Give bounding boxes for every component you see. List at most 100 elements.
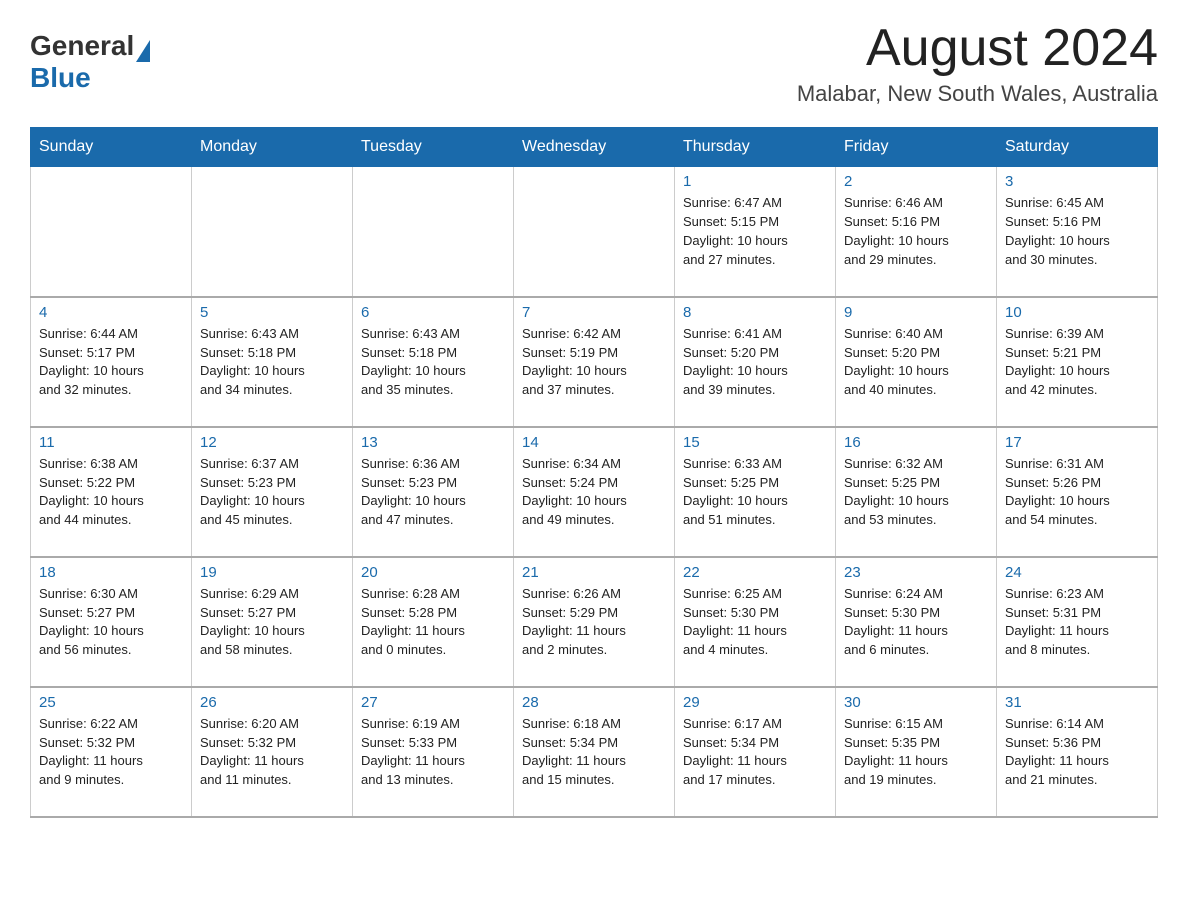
day-info: Sunrise: 6:44 AM Sunset: 5:17 PM Dayligh… — [39, 325, 183, 400]
calendar-day-header: Monday — [192, 128, 353, 167]
day-info: Sunrise: 6:47 AM Sunset: 5:15 PM Dayligh… — [683, 194, 827, 269]
calendar-cell: 2 Sunrise: 6:46 AM Sunset: 5:16 PM Daylig… — [836, 167, 997, 297]
day-info: Sunrise: 6:32 AM Sunset: 5:25 PM Dayligh… — [844, 455, 988, 530]
calendar-cell: 1 Sunrise: 6:47 AM Sunset: 5:15 PM Daylig… — [675, 167, 836, 297]
calendar-cell: 20Sunrise: 6:28 AM Sunset: 5:28 PM Dayli… — [353, 557, 514, 687]
calendar-cell: 10 Sunrise: 6:39 AM Sunset: 5:21 PM Dayli… — [997, 297, 1158, 427]
day-info: Sunrise: 6:14 AM Sunset: 5:36 PM Dayligh… — [1005, 715, 1149, 790]
calendar-cell — [192, 167, 353, 297]
day-number: 18 — [39, 564, 183, 581]
day-number: 25 — [39, 694, 183, 711]
day-number: 30 — [844, 694, 988, 711]
day-info: Sunrise: 6:18 AM Sunset: 5:34 PM Dayligh… — [522, 715, 666, 790]
day-info: Sunrise: 6:36 AM Sunset: 5:23 PM Dayligh… — [361, 455, 505, 530]
day-number: 1 — [683, 173, 827, 190]
calendar-cell: 16 Sunrise: 6:32 AM Sunset: 5:25 PM Dayli… — [836, 427, 997, 557]
day-info: Sunrise: 6:15 AM Sunset: 5:35 PM Dayligh… — [844, 715, 988, 790]
calendar-cell: 28 Sunrise: 6:18 AM Sunset: 5:34 PM Dayli… — [514, 687, 675, 817]
day-number: 7 — [522, 304, 666, 321]
calendar-cell: 19 Sunrise: 6:29 AM Sunset: 5:27 PM Dayli… — [192, 557, 353, 687]
logo-triangle-icon — [136, 40, 150, 62]
day-number: 22 — [683, 564, 827, 581]
day-number: 3 — [1005, 173, 1149, 190]
day-number: 4 — [39, 304, 183, 321]
calendar-cell — [31, 167, 192, 297]
day-number: 27 — [361, 694, 505, 711]
calendar-cell: 31Sunrise: 6:14 AM Sunset: 5:36 PM Dayli… — [997, 687, 1158, 817]
calendar-day-header: Thursday — [675, 128, 836, 167]
day-info: Sunrise: 6:23 AM Sunset: 5:31 PM Dayligh… — [1005, 585, 1149, 660]
day-number: 19 — [200, 564, 344, 581]
day-number: 23 — [844, 564, 988, 581]
day-info: Sunrise: 6:34 AM Sunset: 5:24 PM Dayligh… — [522, 455, 666, 530]
day-number: 28 — [522, 694, 666, 711]
day-number: 2 — [844, 173, 988, 190]
day-info: Sunrise: 6:33 AM Sunset: 5:25 PM Dayligh… — [683, 455, 827, 530]
calendar-cell: 9Sunrise: 6:40 AM Sunset: 5:20 PM Daylig… — [836, 297, 997, 427]
logo-text: General Blue — [30, 30, 150, 94]
day-info: Sunrise: 6:25 AM Sunset: 5:30 PM Dayligh… — [683, 585, 827, 660]
day-info: Sunrise: 6:20 AM Sunset: 5:32 PM Dayligh… — [200, 715, 344, 790]
calendar-cell: 15 Sunrise: 6:33 AM Sunset: 5:25 PM Dayli… — [675, 427, 836, 557]
calendar-cell: 24 Sunrise: 6:23 AM Sunset: 5:31 PM Dayli… — [997, 557, 1158, 687]
calendar-cell: 4 Sunrise: 6:44 AM Sunset: 5:17 PM Daylig… — [31, 297, 192, 427]
day-info: Sunrise: 6:38 AM Sunset: 5:22 PM Dayligh… — [39, 455, 183, 530]
day-info: Sunrise: 6:40 AM Sunset: 5:20 PM Dayligh… — [844, 325, 988, 400]
calendar-cell: 5Sunrise: 6:43 AM Sunset: 5:18 PM Daylig… — [192, 297, 353, 427]
calendar-week-row: 11 Sunrise: 6:38 AM Sunset: 5:22 PM Dayli… — [31, 427, 1158, 557]
calendar-cell: 21 Sunrise: 6:26 AM Sunset: 5:29 PM Dayli… — [514, 557, 675, 687]
day-info: Sunrise: 6:30 AM Sunset: 5:27 PM Dayligh… — [39, 585, 183, 660]
calendar-day-header: Saturday — [997, 128, 1158, 167]
calendar-cell: 27Sunrise: 6:19 AM Sunset: 5:33 PM Dayli… — [353, 687, 514, 817]
day-info: Sunrise: 6:22 AM Sunset: 5:32 PM Dayligh… — [39, 715, 183, 790]
day-info: Sunrise: 6:46 AM Sunset: 5:16 PM Dayligh… — [844, 194, 988, 269]
day-info: Sunrise: 6:45 AM Sunset: 5:16 PM Dayligh… — [1005, 194, 1149, 269]
calendar-cell: 30 Sunrise: 6:15 AM Sunset: 5:35 PM Dayli… — [836, 687, 997, 817]
calendar-cell: 14 Sunrise: 6:34 AM Sunset: 5:24 PM Dayli… — [514, 427, 675, 557]
calendar-week-row: 25 Sunrise: 6:22 AM Sunset: 5:32 PM Dayli… — [31, 687, 1158, 817]
page-header: General Blue August 2024 Malabar, New So… — [30, 20, 1158, 107]
location: Malabar, New South Wales, Australia — [797, 81, 1158, 107]
calendar-cell: 3 Sunrise: 6:45 AM Sunset: 5:16 PM Daylig… — [997, 167, 1158, 297]
day-info: Sunrise: 6:42 AM Sunset: 5:19 PM Dayligh… — [522, 325, 666, 400]
day-number: 16 — [844, 434, 988, 451]
calendar-day-header: Friday — [836, 128, 997, 167]
calendar-header-row: SundayMondayTuesdayWednesdayThursdayFrid… — [31, 128, 1158, 167]
day-number: 26 — [200, 694, 344, 711]
calendar-cell: 17Sunrise: 6:31 AM Sunset: 5:26 PM Dayli… — [997, 427, 1158, 557]
day-info: Sunrise: 6:39 AM Sunset: 5:21 PM Dayligh… — [1005, 325, 1149, 400]
day-info: Sunrise: 6:24 AM Sunset: 5:30 PM Dayligh… — [844, 585, 988, 660]
calendar-cell: 26 Sunrise: 6:20 AM Sunset: 5:32 PM Dayli… — [192, 687, 353, 817]
calendar-cell: 12Sunrise: 6:37 AM Sunset: 5:23 PM Dayli… — [192, 427, 353, 557]
day-info: Sunrise: 6:26 AM Sunset: 5:29 PM Dayligh… — [522, 585, 666, 660]
day-number: 6 — [361, 304, 505, 321]
day-number: 10 — [1005, 304, 1149, 321]
day-number: 5 — [200, 304, 344, 321]
calendar-cell: 18 Sunrise: 6:30 AM Sunset: 5:27 PM Dayli… — [31, 557, 192, 687]
calendar-cell: 6Sunrise: 6:43 AM Sunset: 5:18 PM Daylig… — [353, 297, 514, 427]
calendar-day-header: Tuesday — [353, 128, 514, 167]
calendar-cell: 7 Sunrise: 6:42 AM Sunset: 5:19 PM Daylig… — [514, 297, 675, 427]
day-info: Sunrise: 6:41 AM Sunset: 5:20 PM Dayligh… — [683, 325, 827, 400]
month-title: August 2024 — [797, 20, 1158, 77]
calendar-cell: 11 Sunrise: 6:38 AM Sunset: 5:22 PM Dayli… — [31, 427, 192, 557]
calendar-cell: 25 Sunrise: 6:22 AM Sunset: 5:32 PM Dayli… — [31, 687, 192, 817]
title-section: August 2024 Malabar, New South Wales, Au… — [797, 20, 1158, 107]
day-number: 29 — [683, 694, 827, 711]
day-number: 15 — [683, 434, 827, 451]
calendar-week-row: 4 Sunrise: 6:44 AM Sunset: 5:17 PM Daylig… — [31, 297, 1158, 427]
day-number: 11 — [39, 434, 183, 451]
day-number: 20 — [361, 564, 505, 581]
calendar-cell: 29 Sunrise: 6:17 AM Sunset: 5:34 PM Dayli… — [675, 687, 836, 817]
day-number: 24 — [1005, 564, 1149, 581]
calendar-cell: 8Sunrise: 6:41 AM Sunset: 5:20 PM Daylig… — [675, 297, 836, 427]
day-info: Sunrise: 6:31 AM Sunset: 5:26 PM Dayligh… — [1005, 455, 1149, 530]
day-number: 14 — [522, 434, 666, 451]
day-info: Sunrise: 6:17 AM Sunset: 5:34 PM Dayligh… — [683, 715, 827, 790]
calendar-week-row: 18 Sunrise: 6:30 AM Sunset: 5:27 PM Dayli… — [31, 557, 1158, 687]
day-info: Sunrise: 6:29 AM Sunset: 5:27 PM Dayligh… — [200, 585, 344, 660]
day-info: Sunrise: 6:37 AM Sunset: 5:23 PM Dayligh… — [200, 455, 344, 530]
calendar-day-header: Wednesday — [514, 128, 675, 167]
calendar-cell — [514, 167, 675, 297]
day-number: 21 — [522, 564, 666, 581]
